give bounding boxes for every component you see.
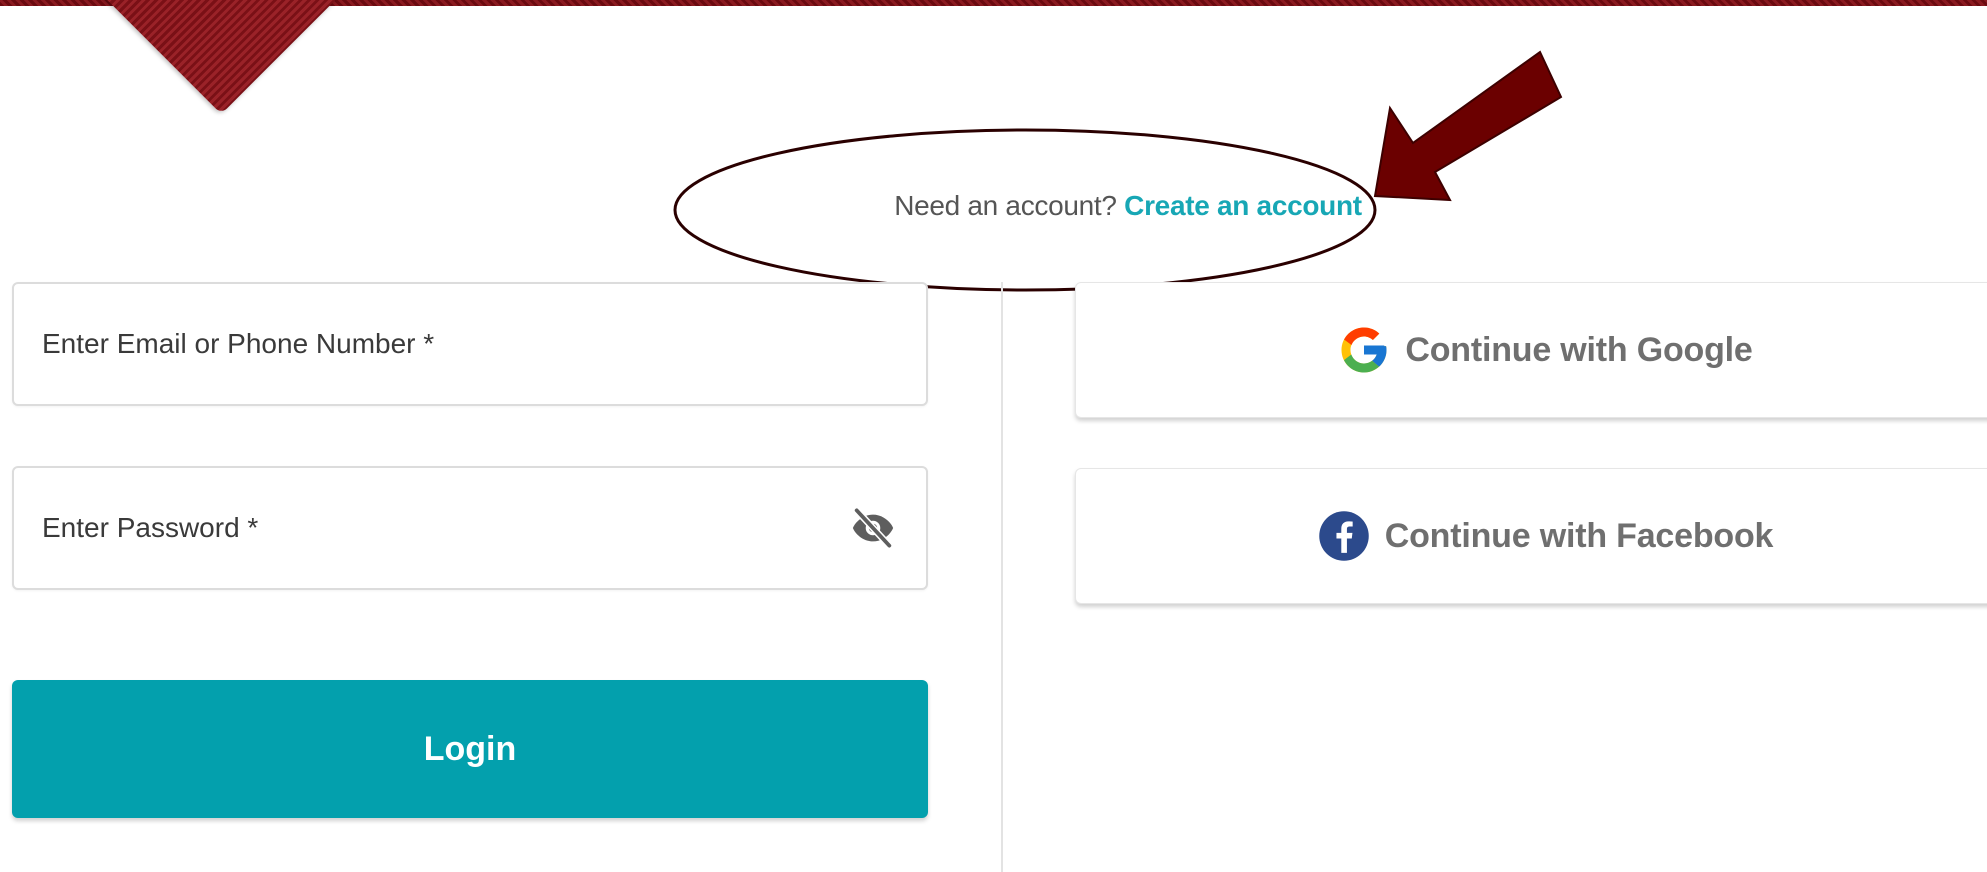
password-visibility-toggle[interactable] [848,503,898,553]
facebook-button-label: Continue with Facebook [1384,516,1774,555]
google-g-icon [1337,323,1391,377]
password-field [12,466,928,590]
annotation-arrow [1373,50,1563,202]
signup-prompt: Need an account? Create an account [0,190,1987,222]
continue-with-facebook-button[interactable]: Continue with Facebook [1075,468,1987,604]
password-input[interactable] [14,468,926,588]
social-login: Continue with Google Continue with Faceb… [1075,282,1987,604]
login-page: Need an account? Create an account Logi [0,0,1987,872]
login-form: Login [12,282,928,818]
facebook-f-icon [1317,509,1371,563]
eye-slash-icon [852,506,894,550]
email-field [12,282,928,406]
login-button[interactable]: Login [12,680,928,818]
email-input[interactable] [14,284,926,404]
continue-with-google-button[interactable]: Continue with Google [1075,282,1987,418]
google-button-label: Continue with Google [1405,330,1753,369]
column-divider [1001,282,1003,872]
header-logo-tab [79,0,341,115]
create-account-link[interactable]: Create an account [1124,190,1362,221]
signup-prompt-text: Need an account? [894,190,1117,221]
